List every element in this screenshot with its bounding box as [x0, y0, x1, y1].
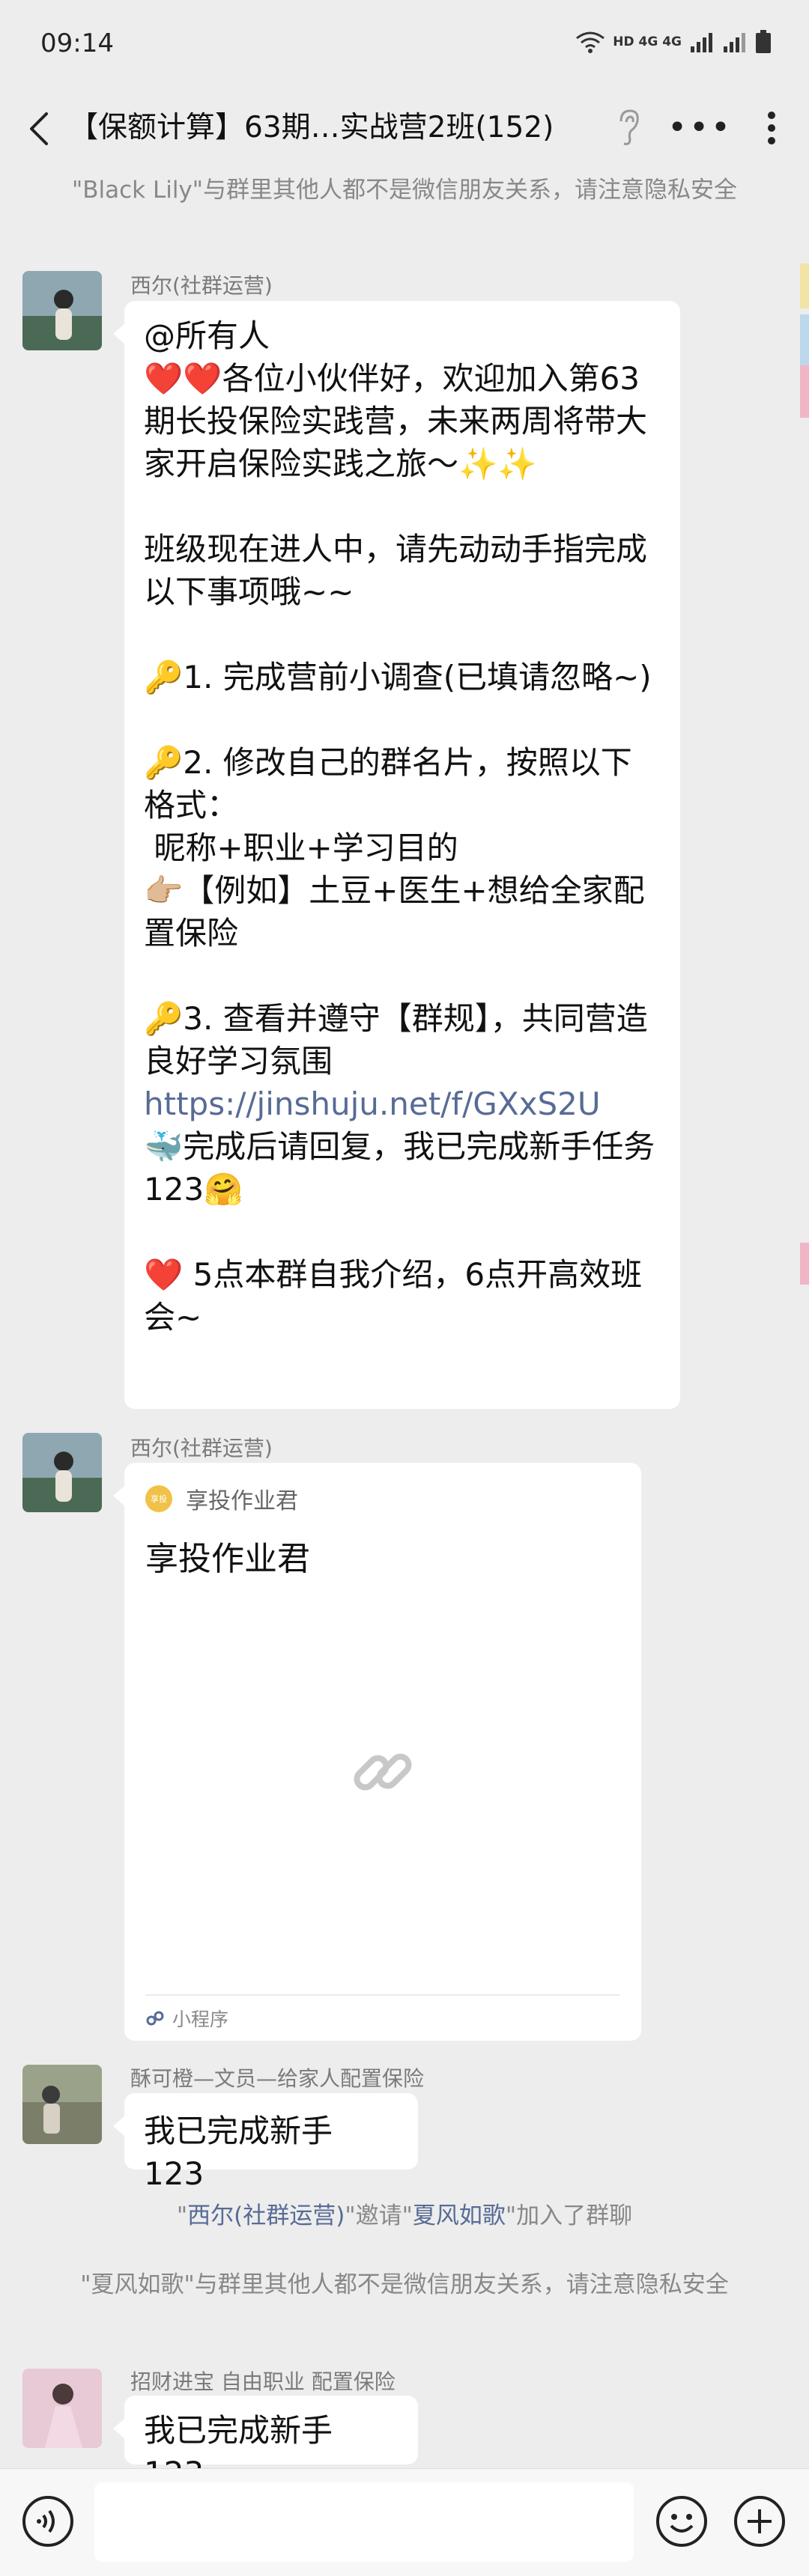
invite-suffix: 加入了群聊: [516, 2202, 633, 2229]
mini-program-footer-label: 小程序: [172, 2009, 229, 2030]
signal-icon-2: [724, 33, 745, 52]
mini-program-name: 享投作业君: [186, 1488, 298, 1514]
edge-tab: [800, 1243, 809, 1285]
status-time: 09:14: [40, 28, 114, 58]
chevron-left-icon[interactable]: [19, 108, 61, 150]
edge-tab: [800, 264, 809, 308]
mini-program-icon: [146, 2011, 164, 2026]
plus-icon[interactable]: [733, 2494, 787, 2548]
sender-name: 西尔(社群运营): [130, 273, 273, 298]
input-bar: [0, 2468, 809, 2576]
inviter-name[interactable]: 西尔(社群运营): [187, 2202, 345, 2229]
sender-name: 招财进宝 自由职业 配置保险: [130, 2369, 396, 2394]
mini-program-footer: 小程序: [145, 1994, 620, 2041]
avatar-image: [22, 2065, 102, 2144]
message-body: @所有人 ❤️❤️各位小伙伴好，欢迎加入第63期长投保险实践营，未来两周将带大家…: [144, 317, 652, 1080]
avatar[interactable]: [22, 1433, 102, 1512]
mini-program-logo-text: 享投: [151, 1494, 167, 1504]
mini-program-preview: [124, 1596, 641, 1948]
voice-icon[interactable]: [21, 2494, 75, 2548]
avatar[interactable]: [22, 2369, 102, 2448]
privacy-notice: "Black Lily"与群里其他人都不是微信朋友关系，请注意隐私安全: [71, 177, 738, 204]
avatar-image: [22, 1433, 102, 1512]
privacy-notice: "夏风如歌"与群里其他人都不是微信朋友关系，请注意隐私安全: [80, 2271, 729, 2298]
sender-name: 西尔(社群运营): [130, 1436, 273, 1461]
mini-program-logo: 享投: [145, 1485, 172, 1512]
mini-program-header: 享投 享投作业君: [145, 1482, 298, 1515]
system-icons: HD 4G 4G: [575, 30, 772, 54]
sender-name: 酥可橙—文员—给家人配置保险: [130, 2066, 425, 2091]
edge-tab: [800, 314, 809, 365]
link-icon: [354, 1753, 412, 1791]
wifi-icon: [576, 31, 605, 53]
avatar[interactable]: [22, 271, 102, 350]
invite-notice: "西尔(社群运营)"邀请"夏风如歌"加入了群聊: [176, 2202, 633, 2229]
mini-program-card[interactable]: 享投 享投作业君 享投作业君 小程序: [113, 1463, 641, 2041]
invitee-name[interactable]: 夏风如歌: [413, 2202, 506, 2229]
edge-tab: [800, 365, 809, 418]
more-vertical-icon[interactable]: [757, 106, 787, 150]
message-body-end: 🐳完成后请回复，我已完成新手任务123🤗 ❤️ 5点本群自我介绍，6点开高效班会…: [144, 1128, 655, 1336]
avatar-image: [22, 271, 102, 350]
avatar[interactable]: [22, 2065, 102, 2144]
message-bubble[interactable]: @所有人 ❤️❤️各位小伙伴好，欢迎加入第63期长投保险实践营，未来两周将带大家…: [113, 301, 680, 1409]
message-link[interactable]: https://jinshuju.net/f/GXxS2U: [144, 1085, 601, 1122]
chat-header: 【保额计算】63期…实战营2班(152) •••: [0, 93, 809, 165]
dots-indicator: •••: [667, 109, 733, 147]
message-bubble[interactable]: 我已完成新手 123: [113, 2396, 418, 2491]
message-text: 我已完成新手 123: [144, 2113, 343, 2192]
avatar-image: [22, 2369, 102, 2448]
invite-verb: 邀请: [355, 2202, 402, 2229]
message-bubble[interactable]: 我已完成新手 123: [113, 2093, 418, 2192]
mini-program-title: 享投作业君: [145, 1540, 310, 1578]
status-bar: 09:14 HD 4G 4G: [0, 0, 809, 93]
message-text: @所有人 ❤️❤️各位小伙伴好，欢迎加入第63期长投保险实践营，未来两周将带大家…: [124, 301, 680, 1352]
signal-icon: [691, 33, 712, 52]
chat-title[interactable]: 【保额计算】63期…实战营2班(152): [69, 106, 619, 150]
battery-icon: [756, 30, 771, 53]
network-label: HD 4G 4G: [613, 34, 682, 49]
message-input[interactable]: [94, 2482, 634, 2562]
emoji-icon[interactable]: [655, 2494, 709, 2548]
ear-icon: [619, 109, 639, 145]
header-actions: •••: [613, 106, 787, 150]
